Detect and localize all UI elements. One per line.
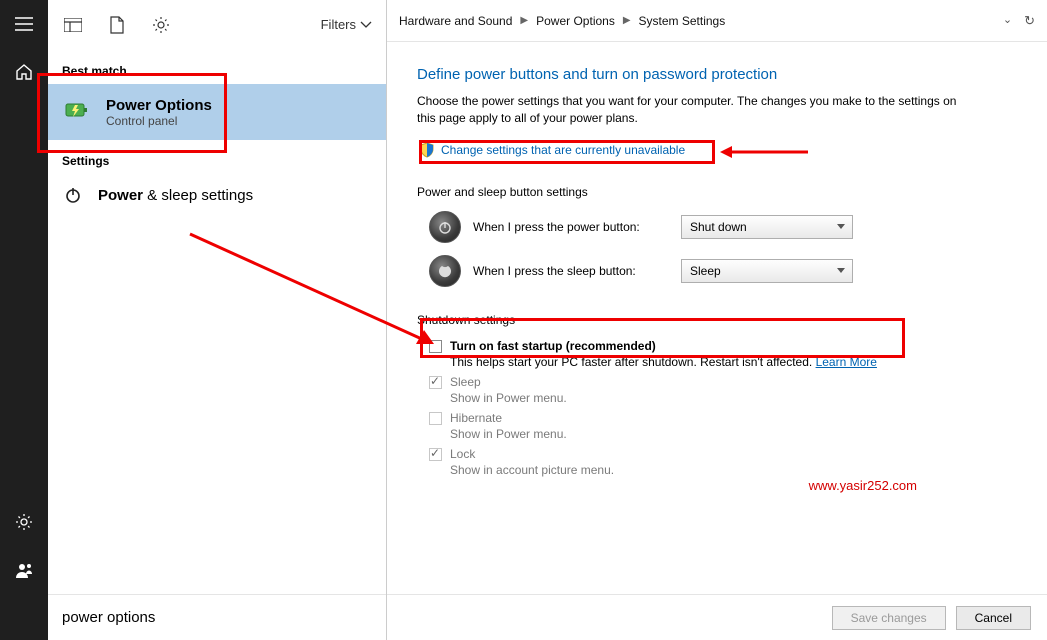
hibernate-checkbox [429,412,442,425]
search-bar[interactable] [48,594,386,640]
change-settings-link[interactable]: Change settings that are currently unava… [441,143,685,157]
sleep-checkbox [429,376,442,389]
gear-icon[interactable] [150,14,172,36]
apps-icon[interactable] [62,14,84,36]
shutdown-section-label: Shutdown settings [417,313,1037,327]
footer-bar: Save changes Cancel [387,594,1047,640]
page-title: Define power buttons and turn on passwor… [417,66,1037,83]
user-icon[interactable] [0,546,48,594]
hibernate-chk-help: Show in Power menu. [450,427,1037,441]
search-panel: Filters Best match Power Options Control… [48,0,387,640]
cancel-button[interactable]: Cancel [956,606,1031,630]
watermark: www.yasir252.com [809,478,917,493]
home-icon[interactable] [0,48,48,96]
power-sleep-label: Power & sleep settings [98,187,253,204]
document-icon[interactable] [106,14,128,36]
result-subtitle: Control panel [106,114,212,128]
cortana-rail [0,0,48,640]
chevron-right-icon: ▶ [520,15,528,26]
fast-startup-help: This helps start your PC faster after sh… [450,355,1037,369]
fast-startup-checkbox[interactable] [429,340,442,353]
search-result-power-sleep-settings[interactable]: Power & sleep settings [48,174,386,216]
sleep-button-label: When I press the sleep button: [473,264,669,278]
menu-icon[interactable] [0,0,48,48]
lock-chk-help: Show in account picture menu. [450,463,1037,477]
shield-icon [419,142,435,158]
crumb-power-options[interactable]: Power Options [536,14,615,28]
control-panel-pane: Hardware and Sound ▶ Power Options ▶ Sys… [387,0,1047,640]
power-button-label: When I press the power button: [473,220,669,234]
best-match-label: Best match [48,50,386,84]
dropdown-icon[interactable]: ⌄ [1003,13,1012,29]
breadcrumb-bar: Hardware and Sound ▶ Power Options ▶ Sys… [387,0,1047,42]
lock-checkbox [429,448,442,461]
result-title: Power Options [106,97,212,114]
refresh-icon[interactable]: ↻ [1024,13,1035,29]
power-button-icon [429,211,461,243]
chevron-right-icon: ▶ [623,15,631,26]
save-button: Save changes [832,606,946,630]
lock-chk-label: Lock [450,447,475,461]
fast-startup-label: Turn on fast startup (recommended) [450,339,656,353]
page-description: Choose the power settings that you want … [417,93,977,128]
learn-more-link[interactable]: Learn More [816,355,877,369]
settings-icon[interactable] [0,498,48,546]
sleep-chk-help: Show in Power menu. [450,391,1037,405]
crumb-hardware[interactable]: Hardware and Sound [399,14,512,28]
hibernate-chk-label: Hibernate [450,411,502,425]
sleep-chk-label: Sleep [450,375,481,389]
crumb-system-settings[interactable]: System Settings [639,14,726,28]
sleep-button-row: When I press the sleep button: Sleep [429,255,1037,287]
search-input[interactable] [62,609,372,626]
settings-section-label: Settings [48,140,386,174]
sleep-button-icon [429,255,461,287]
power-options-icon [62,96,94,128]
power-button-row: When I press the power button: Shut down [429,211,1037,243]
power-sleep-section-label: Power and sleep button settings [417,185,1037,199]
sleep-button-select[interactable]: Sleep [681,259,853,283]
search-result-power-options[interactable]: Power Options Control panel [48,84,386,140]
power-button-select[interactable]: Shut down [681,215,853,239]
power-icon [64,186,82,204]
filters-dropdown[interactable]: Filters [321,17,372,32]
search-top-bar: Filters [48,0,386,50]
change-settings-link-row[interactable]: Change settings that are currently unava… [417,142,691,158]
